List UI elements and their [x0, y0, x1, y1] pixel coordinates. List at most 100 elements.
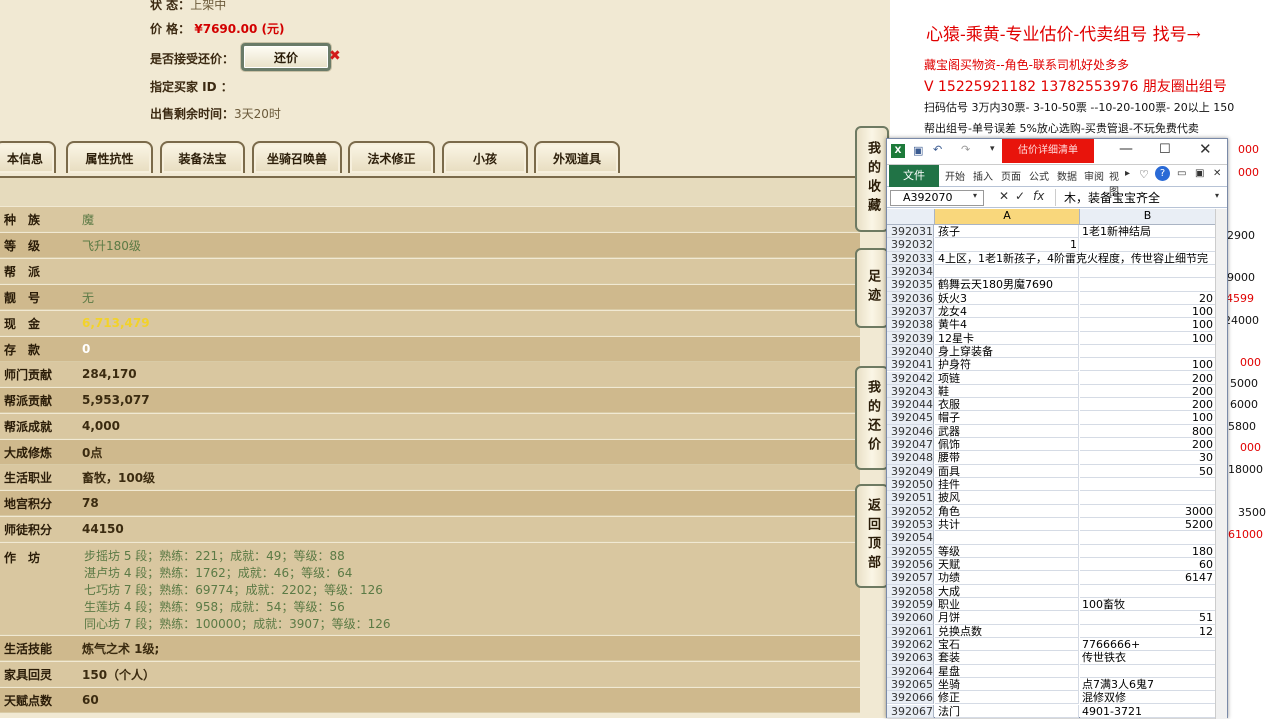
- cell-b[interactable]: 800: [1080, 425, 1215, 439]
- restore-icon[interactable]: ▭: [1177, 168, 1186, 179]
- cell-a[interactable]: 坐骑: [935, 677, 1079, 692]
- row-number[interactable]: 392055: [887, 544, 934, 558]
- ribbon-tab[interactable]: 页面: [1001, 168, 1021, 183]
- undo-icon[interactable]: ↶: [933, 143, 942, 156]
- cell-b[interactable]: [1080, 252, 1215, 265]
- cell-a[interactable]: 披风: [935, 491, 1079, 505]
- cell-a[interactable]: 龙女4: [935, 304, 1079, 319]
- cell-b[interactable]: [1080, 491, 1215, 505]
- vertical-scrollbar[interactable]: [1215, 209, 1227, 719]
- cell-a[interactable]: 身上穿装备: [935, 344, 1079, 359]
- row-number[interactable]: 392035: [887, 278, 934, 292]
- cell-b[interactable]: 4901-3721: [1080, 705, 1215, 718]
- cell-a[interactable]: 项链: [935, 371, 1079, 385]
- minimize-icon[interactable]: —: [1119, 141, 1133, 157]
- cell-b[interactable]: 180: [1080, 545, 1215, 558]
- expand-formula-icon[interactable]: ▾: [1215, 191, 1219, 200]
- cell-b[interactable]: 100: [1080, 358, 1215, 372]
- tab-attributes[interactable]: 属性抗性: [66, 141, 153, 173]
- close-icon[interactable]: ✖: [329, 48, 341, 64]
- cell-a[interactable]: 佩饰: [935, 438, 1079, 452]
- cell-a[interactable]: 鹤舞云天180男魔7690: [935, 278, 1079, 292]
- back-to-top-button[interactable]: 返回顶部: [855, 484, 889, 588]
- cell-b[interactable]: [1080, 265, 1215, 279]
- column-header-b[interactable]: B: [1080, 209, 1215, 225]
- select-all-corner[interactable]: [887, 209, 935, 225]
- cell-a[interactable]: 套装: [935, 651, 1079, 665]
- cell-a[interactable]: 挂件: [935, 478, 1079, 492]
- cell-b[interactable]: 51: [1080, 611, 1215, 625]
- cell-b[interactable]: 5200: [1080, 518, 1215, 532]
- cell-b[interactable]: 100: [1080, 318, 1215, 332]
- cell-b[interactable]: 200: [1080, 438, 1215, 452]
- cell-a[interactable]: 大成: [935, 584, 1079, 598]
- row-number[interactable]: 392044: [887, 398, 934, 412]
- row-number[interactable]: 392033: [887, 251, 934, 265]
- collapse-ribbon-icon[interactable]: ♡: [1139, 168, 1149, 181]
- row-number[interactable]: 392031: [887, 225, 934, 239]
- row-number[interactable]: 392064: [887, 664, 934, 678]
- enter-icon[interactable]: ✓: [1015, 189, 1025, 203]
- save-icon[interactable]: ▣: [913, 144, 923, 157]
- close-window-icon[interactable]: ✕: [1199, 140, 1212, 158]
- file-tab[interactable]: 文件: [889, 165, 939, 187]
- cell-a[interactable]: 12星卡: [935, 331, 1079, 345]
- footprint-button[interactable]: 足迹: [855, 248, 889, 328]
- spreadsheet-grid[interactable]: A B 392031 孩子 1老1新神结局 392032 1 392033 4上区，1老1新…: [887, 209, 1227, 719]
- cell-a[interactable]: 衣服: [935, 398, 1079, 412]
- cell-b[interactable]: 50: [1080, 465, 1215, 479]
- cell-a[interactable]: 修正: [935, 691, 1079, 705]
- cell-b[interactable]: 100畜牧: [1080, 598, 1215, 612]
- cell-b[interactable]: [1080, 585, 1215, 598]
- cell-b[interactable]: 100: [1080, 411, 1215, 425]
- cell-a[interactable]: 腰带: [935, 451, 1079, 465]
- my-favorites-button[interactable]: 我的收藏: [855, 126, 889, 232]
- cell-b[interactable]: 点7满3人6鬼7: [1080, 678, 1215, 692]
- cell-b[interactable]: 100: [1080, 332, 1215, 345]
- cell-a[interactable]: 月饼: [935, 611, 1079, 625]
- cell-b[interactable]: 12: [1080, 625, 1215, 638]
- cell-a[interactable]: 宝石: [935, 637, 1079, 652]
- cell-a[interactable]: 孩子: [935, 225, 1079, 239]
- ribbon-more-icon[interactable]: ▸: [1125, 168, 1130, 179]
- row-number[interactable]: 392034: [887, 264, 934, 279]
- cell-b[interactable]: [1080, 478, 1215, 492]
- cell-b[interactable]: 混修双修: [1080, 691, 1215, 705]
- cell-a[interactable]: 角色: [935, 504, 1079, 519]
- counter-offer-button[interactable]: 还价: [241, 43, 331, 71]
- cell-b[interactable]: [1080, 345, 1215, 359]
- cell-a[interactable]: 星盘: [935, 664, 1079, 678]
- row-number[interactable]: 392047: [887, 438, 934, 452]
- cell-b[interactable]: 20: [1080, 292, 1215, 305]
- row-number[interactable]: 392038: [887, 318, 934, 332]
- cell-b[interactable]: [1080, 278, 1215, 292]
- row-number[interactable]: 392032: [887, 238, 934, 252]
- function-icon[interactable]: fx: [1033, 189, 1044, 203]
- row-number[interactable]: 392051: [887, 491, 934, 505]
- my-counter-offers-button[interactable]: 我的还价: [855, 366, 889, 470]
- row-number[interactable]: 392059: [887, 597, 934, 612]
- cell-b[interactable]: 200: [1080, 398, 1215, 412]
- cell-a[interactable]: 护身符: [935, 358, 1079, 372]
- row-number[interactable]: 392056: [887, 558, 934, 572]
- tab-mounts-pets[interactable]: 坐骑召唤兽: [252, 141, 342, 173]
- ribbon-tab[interactable]: 数据: [1057, 168, 1077, 183]
- row-number[interactable]: 392043: [887, 384, 934, 399]
- cell-a[interactable]: 天赋: [935, 558, 1079, 572]
- cell-b[interactable]: 3000: [1080, 505, 1215, 519]
- tab-child[interactable]: 小孩: [442, 141, 528, 173]
- redo-icon[interactable]: ↷: [961, 143, 970, 156]
- cell-b[interactable]: 6147: [1080, 571, 1215, 585]
- cell-b[interactable]: 传世铁衣: [1080, 651, 1215, 665]
- row-number[interactable]: 392049: [887, 464, 934, 479]
- row-number[interactable]: 392037: [887, 304, 934, 319]
- cell-b[interactable]: 60: [1080, 558, 1215, 572]
- row-number[interactable]: 392057: [887, 571, 934, 585]
- window-icon[interactable]: ▣: [1195, 168, 1204, 179]
- cell-a[interactable]: [935, 264, 1079, 279]
- ribbon-tab[interactable]: 插入: [973, 168, 993, 183]
- cell-a[interactable]: 鞋: [935, 384, 1079, 399]
- cell-a[interactable]: 法门: [935, 704, 1079, 718]
- row-number[interactable]: 392048: [887, 451, 934, 465]
- cell-a[interactable]: 帽子: [935, 411, 1079, 425]
